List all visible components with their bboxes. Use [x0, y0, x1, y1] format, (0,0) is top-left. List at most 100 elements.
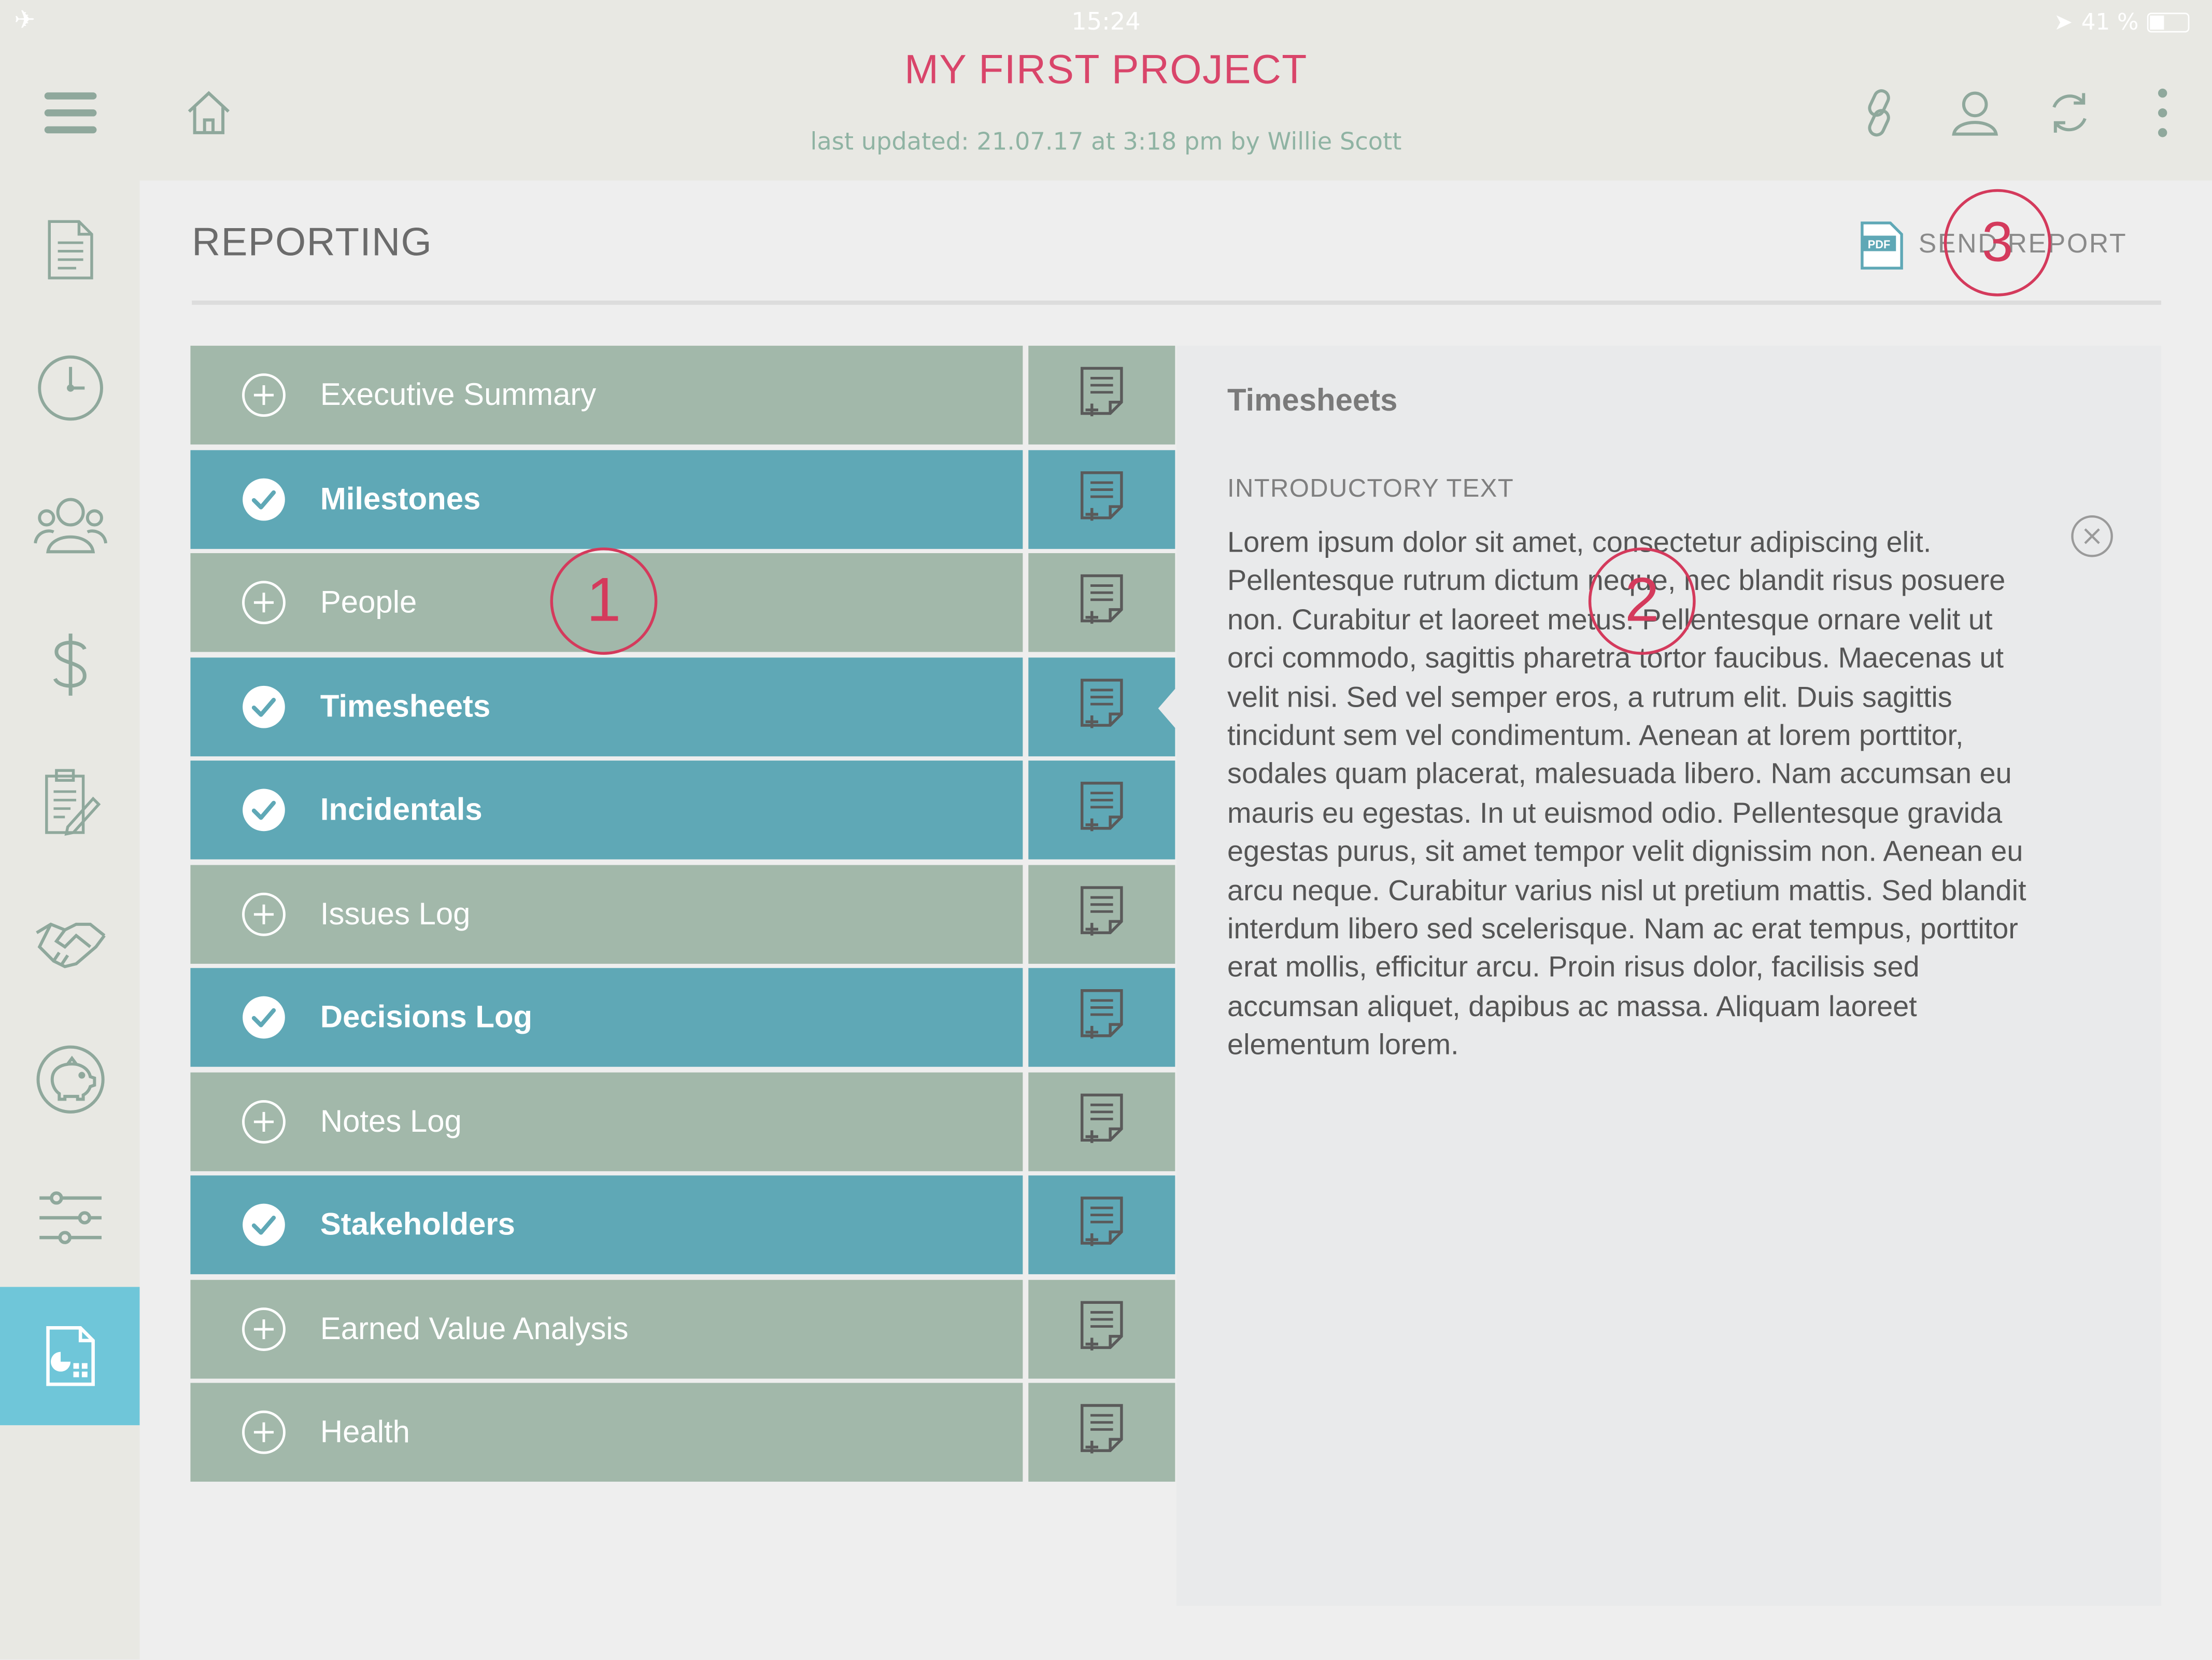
report-section-row[interactable]: Stakeholders: [190, 1175, 1175, 1274]
selection-pointer: [1158, 687, 1177, 730]
section-toggle[interactable]: Executive Summary: [190, 345, 1023, 445]
clear-text-icon[interactable]: [2071, 515, 2114, 557]
note-add-icon: [1078, 677, 1126, 736]
sidebar-item-savings[interactable]: [0, 1010, 139, 1149]
report-section-row[interactable]: Issues Log: [190, 864, 1175, 963]
edit-intro-text-button[interactable]: [1028, 1175, 1175, 1274]
callout-3: 3: [1944, 189, 2051, 297]
section-label: Executive Summary: [320, 376, 597, 412]
section-label: Health: [320, 1414, 410, 1450]
clock-icon: [37, 355, 103, 421]
section-toggle[interactable]: Stakeholders: [190, 1175, 1023, 1274]
status-time: 15:24: [1071, 8, 1141, 37]
report-section-row[interactable]: Milestones: [190, 449, 1175, 548]
note-add-icon: [1078, 884, 1126, 943]
sliders-icon: [38, 1191, 101, 1244]
edit-intro-text-button[interactable]: [1028, 1072, 1175, 1171]
pdf-icon: PDF: [1861, 221, 1903, 270]
section-toggle[interactable]: Timesheets: [190, 657, 1023, 756]
edit-intro-text-button[interactable]: [1028, 1383, 1175, 1482]
add-circle-icon[interactable]: [241, 373, 286, 418]
section-label: Milestones: [320, 480, 481, 516]
note-add-icon: [1078, 1091, 1126, 1150]
sidebar-item-people[interactable]: [0, 457, 139, 596]
add-circle-icon[interactable]: [241, 1099, 286, 1144]
sidebar-item-documents[interactable]: [0, 180, 139, 319]
detail-title: Timesheets: [1227, 382, 1398, 418]
section-toggle[interactable]: Notes Log: [190, 1072, 1023, 1171]
edit-intro-text-button[interactable]: [1028, 1279, 1175, 1378]
more-options-icon[interactable]: [2142, 82, 2184, 144]
dollar-icon: [52, 634, 86, 696]
add-circle-icon[interactable]: [241, 1306, 286, 1351]
section-toggle[interactable]: Issues Log: [190, 864, 1023, 963]
detail-panel: Timesheets INTRODUCTORY TEXT Lorem ipsum…: [1176, 345, 2161, 1606]
callout-1: 1: [550, 547, 658, 655]
sidebar-item-reporting[interactable]: [0, 1287, 140, 1426]
sidebar-item-settings[interactable]: [0, 1149, 139, 1287]
note-add-icon: [1078, 469, 1126, 528]
sync-icon[interactable]: [2040, 82, 2099, 144]
report-section-row[interactable]: Incidentals: [190, 761, 1175, 860]
edit-intro-text-button[interactable]: [1028, 553, 1175, 652]
section-label: Earned Value Analysis: [320, 1310, 629, 1346]
edit-intro-text-button[interactable]: [1028, 345, 1175, 445]
check-circle-icon[interactable]: [241, 684, 286, 729]
clipboard-edit-icon: [44, 769, 100, 836]
check-circle-icon[interactable]: [241, 787, 286, 833]
note-add-icon: [1078, 988, 1126, 1047]
section-label: Incidentals: [320, 791, 483, 827]
battery-percent: 41 %: [2081, 8, 2139, 36]
check-circle-icon[interactable]: [241, 476, 286, 522]
section-label: Decisions Log: [320, 999, 533, 1035]
note-add-icon: [1078, 780, 1126, 839]
report-section-row[interactable]: Health: [190, 1383, 1175, 1482]
note-add-icon: [1078, 573, 1126, 632]
report-section-row[interactable]: Earned Value Analysis: [190, 1279, 1175, 1378]
check-circle-icon[interactable]: [241, 1202, 286, 1247]
intro-text-label: INTRODUCTORY TEXT: [1227, 474, 1514, 502]
section-toggle[interactable]: Milestones: [190, 449, 1023, 548]
add-circle-icon[interactable]: [241, 891, 286, 936]
section-toggle[interactable]: Incidentals: [190, 761, 1023, 860]
user-icon[interactable]: [1944, 82, 2006, 144]
section-label: Timesheets: [320, 687, 491, 723]
title-divider: [192, 300, 2161, 305]
edit-intro-text-button[interactable]: [1028, 864, 1175, 963]
add-circle-icon[interactable]: [241, 580, 286, 625]
sidebar: [0, 180, 140, 1659]
report-section-row[interactable]: Notes Log: [190, 1072, 1175, 1171]
edit-intro-text-button[interactable]: [1028, 657, 1175, 756]
callout-2: 2: [1588, 547, 1696, 655]
location-icon: ➤: [2053, 8, 2073, 36]
handshake-icon: [35, 922, 105, 968]
note-add-icon: [1078, 1403, 1126, 1462]
piggy-bank-icon: [36, 1045, 104, 1114]
check-circle-icon[interactable]: [241, 995, 286, 1040]
section-toggle[interactable]: Health: [190, 1383, 1023, 1482]
edit-intro-text-button[interactable]: [1028, 761, 1175, 860]
report-icon: [45, 1326, 94, 1386]
edit-intro-text-button[interactable]: [1028, 449, 1175, 548]
status-indicators: ➤ 41 %: [2053, 8, 2190, 36]
edit-intro-text-button[interactable]: [1028, 968, 1175, 1067]
sidebar-item-tasks[interactable]: [0, 734, 139, 872]
note-add-icon: [1078, 1195, 1126, 1254]
section-label: People: [320, 584, 417, 620]
link-icon[interactable]: [1851, 82, 1907, 144]
sidebar-item-stakeholders[interactable]: [0, 872, 139, 1010]
note-add-icon: [1078, 1299, 1126, 1358]
add-circle-icon[interactable]: [241, 1410, 286, 1455]
report-section-row[interactable]: Decisions Log: [190, 968, 1175, 1067]
sidebar-item-budget[interactable]: [0, 596, 139, 734]
sidebar-item-timeline[interactable]: [0, 319, 139, 457]
report-section-row[interactable]: Timesheets: [190, 657, 1175, 756]
report-section-row[interactable]: Executive Summary: [190, 345, 1175, 445]
people-icon: [33, 498, 107, 554]
section-toggle[interactable]: Decisions Log: [190, 968, 1023, 1067]
section-label: Issues Log: [320, 895, 471, 931]
section-label: Stakeholders: [320, 1206, 515, 1242]
report-section-row[interactable]: People: [190, 553, 1175, 652]
section-toggle[interactable]: Earned Value Analysis: [190, 1279, 1023, 1378]
top-bar: ✈ 15:24 ➤ 41 % MY FIRST PROJECT last upd…: [0, 0, 2212, 181]
